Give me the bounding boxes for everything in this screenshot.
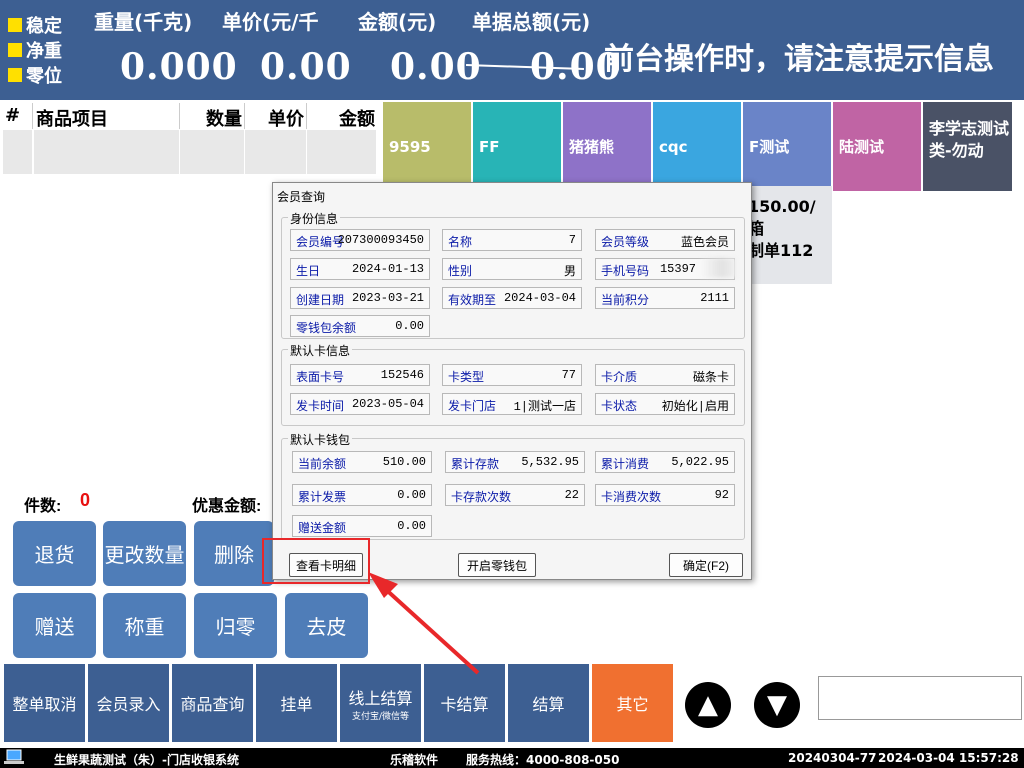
pointer-arrow-icon bbox=[368, 572, 480, 675]
